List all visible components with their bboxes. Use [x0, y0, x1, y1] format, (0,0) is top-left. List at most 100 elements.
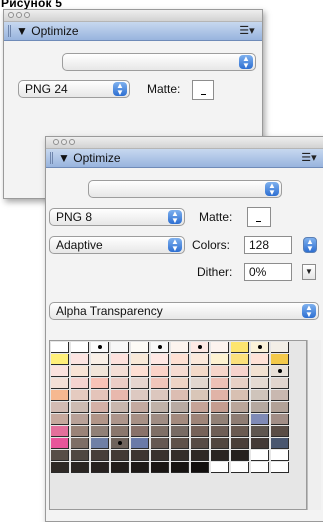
color-swatch[interactable]	[131, 354, 149, 365]
color-swatch[interactable]	[151, 354, 169, 365]
color-swatch[interactable]	[231, 366, 249, 377]
color-swatch[interactable]	[111, 438, 129, 449]
color-swatch[interactable]	[191, 402, 209, 413]
color-swatch[interactable]	[271, 354, 289, 365]
color-swatch[interactable]	[171, 438, 189, 449]
format-select[interactable]: PNG 24 ▲ ▼	[18, 80, 130, 98]
color-swatch[interactable]	[171, 402, 189, 413]
color-swatch[interactable]	[171, 426, 189, 437]
color-swatch[interactable]	[231, 354, 249, 365]
color-swatch[interactable]	[131, 414, 149, 425]
color-swatch[interactable]	[51, 342, 69, 353]
color-swatch[interactable]	[251, 378, 269, 389]
color-swatch[interactable]	[171, 450, 189, 461]
minimize-window-button[interactable]	[16, 12, 22, 18]
panel-titlebar[interactable]	[4, 10, 262, 22]
color-swatch[interactable]	[271, 414, 289, 425]
color-swatch[interactable]	[71, 402, 89, 413]
color-swatch[interactable]	[211, 342, 229, 353]
color-swatch[interactable]	[271, 426, 289, 437]
color-swatch[interactable]	[131, 438, 149, 449]
color-swatch[interactable]	[91, 390, 109, 401]
color-swatch[interactable]	[191, 414, 209, 425]
color-swatch[interactable]	[91, 462, 109, 473]
color-swatch[interactable]	[271, 378, 289, 389]
color-swatch[interactable]	[271, 462, 289, 473]
color-swatch[interactable]	[171, 390, 189, 401]
close-window-button[interactable]	[53, 139, 59, 145]
tab-optimize[interactable]: ▼ Optimize	[58, 151, 121, 165]
tab-optimize[interactable]: ▼ Optimize	[16, 24, 79, 38]
color-swatch[interactable]	[151, 378, 169, 389]
color-swatch[interactable]	[131, 426, 149, 437]
color-swatch[interactable]	[151, 402, 169, 413]
color-table[interactable]	[49, 340, 307, 510]
color-swatch[interactable]	[151, 426, 169, 437]
color-swatch[interactable]	[191, 462, 209, 473]
color-swatch[interactable]	[151, 414, 169, 425]
color-table-scrollbar[interactable]	[307, 340, 321, 510]
color-swatch[interactable]	[91, 402, 109, 413]
color-swatch[interactable]	[51, 450, 69, 461]
disclosure-triangle-icon[interactable]: ▼	[58, 151, 70, 165]
grip-icon[interactable]	[8, 25, 12, 37]
color-swatch[interactable]	[251, 366, 269, 377]
color-swatch[interactable]	[91, 426, 109, 437]
color-swatch[interactable]	[171, 354, 189, 365]
color-swatch[interactable]	[231, 390, 249, 401]
color-swatch[interactable]	[131, 342, 149, 353]
color-swatch[interactable]	[71, 462, 89, 473]
color-swatch[interactable]	[251, 438, 269, 449]
color-swatch[interactable]	[51, 390, 69, 401]
color-swatch[interactable]	[111, 414, 129, 425]
color-swatch[interactable]	[131, 378, 149, 389]
color-swatch[interactable]	[51, 462, 69, 473]
color-swatch[interactable]	[191, 366, 209, 377]
panel-options-icon[interactable]: ☰▾	[238, 25, 256, 37]
color-swatch[interactable]	[71, 378, 89, 389]
color-swatch[interactable]	[251, 354, 269, 365]
color-swatch[interactable]	[231, 462, 249, 473]
color-swatch[interactable]	[231, 450, 249, 461]
color-swatch[interactable]	[71, 438, 89, 449]
color-swatch[interactable]	[131, 390, 149, 401]
color-swatch[interactable]	[191, 426, 209, 437]
color-swatch[interactable]	[71, 426, 89, 437]
zoom-window-button[interactable]	[69, 139, 75, 145]
color-swatch[interactable]	[71, 414, 89, 425]
color-swatch[interactable]	[131, 450, 149, 461]
color-swatch[interactable]	[51, 414, 69, 425]
color-swatch[interactable]	[91, 366, 109, 377]
color-swatch[interactable]	[191, 450, 209, 461]
color-swatch[interactable]	[91, 438, 109, 449]
color-swatch[interactable]	[251, 426, 269, 437]
matte-color-box[interactable]	[247, 207, 271, 227]
color-swatch[interactable]	[131, 462, 149, 473]
color-swatch[interactable]	[271, 366, 289, 377]
color-swatch[interactable]	[71, 390, 89, 401]
color-swatch[interactable]	[191, 354, 209, 365]
color-swatch[interactable]	[151, 366, 169, 377]
close-window-button[interactable]	[8, 12, 14, 18]
color-swatch[interactable]	[211, 462, 229, 473]
dither-popup-button[interactable]: ▼	[302, 264, 316, 280]
color-swatch[interactable]	[111, 390, 129, 401]
color-swatch[interactable]	[211, 426, 229, 437]
color-swatch[interactable]	[171, 414, 189, 425]
color-swatch[interactable]	[111, 366, 129, 377]
color-swatch[interactable]	[271, 402, 289, 413]
settings-select[interactable]: ▲ ▼	[62, 53, 256, 71]
format-select[interactable]: PNG 8 ▲ ▼	[49, 208, 185, 226]
color-swatch[interactable]	[91, 414, 109, 425]
color-swatch[interactable]	[111, 378, 129, 389]
panel-options-icon[interactable]: ☰▾	[300, 152, 318, 164]
color-swatch[interactable]	[251, 414, 269, 425]
color-swatch[interactable]	[271, 342, 289, 353]
color-swatch[interactable]	[151, 342, 169, 353]
color-swatch[interactable]	[211, 378, 229, 389]
color-swatch[interactable]	[111, 402, 129, 413]
color-swatch[interactable]	[51, 402, 69, 413]
settings-select[interactable]: ▲ ▼	[88, 180, 282, 198]
color-swatch[interactable]	[51, 426, 69, 437]
color-swatch[interactable]	[111, 426, 129, 437]
